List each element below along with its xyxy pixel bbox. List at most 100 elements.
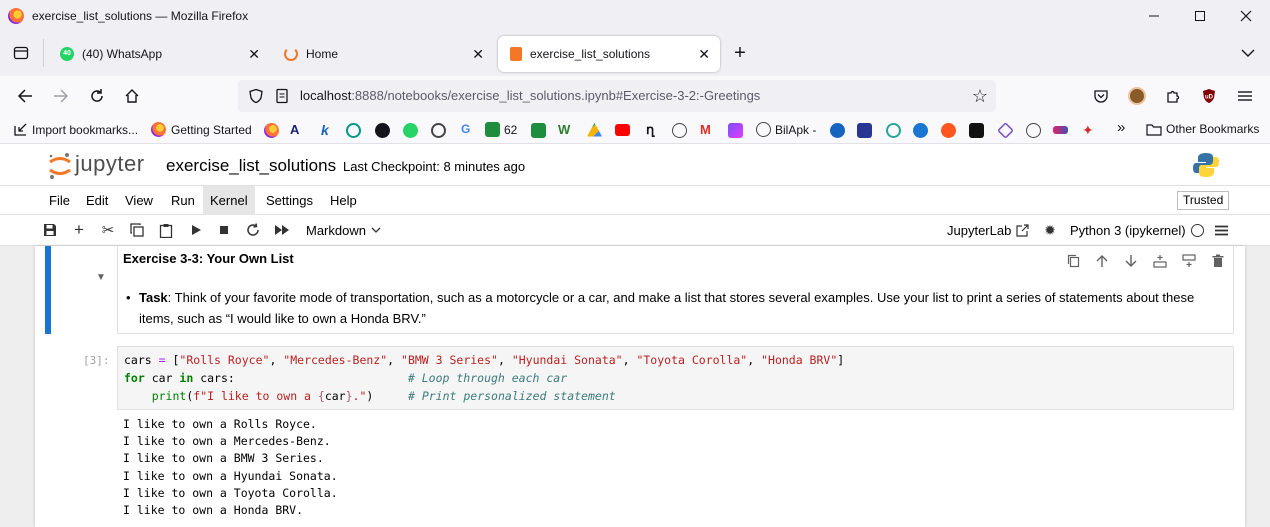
menu-view[interactable]: View [119, 186, 159, 215]
bookmark-tns-icon[interactable] [857, 123, 872, 138]
firefox-view-button[interactable] [9, 41, 33, 65]
url-bar[interactable]: localhost:8888/notebooks/exercise_list_s… [238, 80, 996, 112]
bookmark-f-icon[interactable] [969, 123, 984, 138]
close-tab-icon[interactable]: ✕ [472, 46, 484, 63]
bookmark-import[interactable]: Import bookmarks... [13, 122, 138, 137]
drive-icon[interactable] [587, 123, 602, 137]
google-icon[interactable]: G [461, 122, 470, 136]
forward-button[interactable] [49, 84, 73, 108]
firefox-logo-icon [8, 7, 24, 24]
gmail-icon[interactable]: M [700, 122, 711, 137]
minimize-button[interactable] [1132, 0, 1176, 31]
menu-edit[interactable]: Edit [80, 186, 114, 215]
collapse-heading-icon[interactable]: ▼ [96, 272, 106, 283]
interrupt-kernel-button[interactable] [215, 221, 233, 239]
pocket-button[interactable] [1089, 84, 1113, 108]
insert-cell-above-button[interactable] [1151, 252, 1169, 270]
bookmark-getting-started[interactable]: Getting Started [151, 122, 252, 137]
menu-run[interactable]: Run [165, 186, 201, 215]
list-all-tabs-button[interactable] [1236, 41, 1260, 65]
extensions-button[interactable] [1161, 84, 1185, 108]
globe-icon[interactable] [1026, 123, 1041, 138]
tab-whatsapp[interactable]: 40 (40) WhatsApp ✕ [48, 36, 270, 72]
active-cell-indicator[interactable] [45, 246, 51, 334]
bookmark-classroom[interactable]: 62 [485, 122, 517, 137]
globe-icon[interactable] [672, 123, 687, 138]
cut-cell-button[interactable]: ✂ [99, 221, 117, 239]
page-info-button[interactable] [270, 84, 294, 108]
url-host: localhost [300, 88, 352, 103]
youtube-icon[interactable] [615, 124, 630, 136]
menu-help[interactable]: Help [324, 186, 363, 215]
menu-file[interactable]: File [43, 186, 76, 215]
move-cell-down-button[interactable] [1122, 252, 1140, 270]
paste-cell-button[interactable] [157, 221, 175, 239]
notebook-name[interactable]: exercise_list_solutions [166, 156, 336, 176]
insert-cell-button[interactable]: + [70, 220, 88, 239]
bookmark-wave-icon[interactable] [1053, 126, 1068, 134]
menu-kernel[interactable]: Kernel [203, 186, 255, 215]
menu-settings[interactable]: Settings [260, 186, 319, 215]
home-button[interactable] [120, 84, 144, 108]
cell-type-dropdown[interactable]: Markdown [306, 223, 381, 238]
bookmark-other-bookmarks[interactable]: Other Bookmarks [1146, 122, 1259, 136]
code-token: , [622, 353, 637, 367]
ublock-button[interactable]: uD [1197, 84, 1221, 108]
jupyter-logo-icon[interactable] [47, 151, 73, 181]
delete-cell-button[interactable] [1209, 252, 1227, 270]
bookmark-n-icon[interactable]: ղ [646, 122, 654, 138]
zoom-icon[interactable] [913, 123, 928, 138]
bookmark-c-icon[interactable] [941, 123, 956, 138]
url-text[interactable]: localhost:8888/notebooks/exercise_list_s… [300, 88, 760, 103]
back-button[interactable] [13, 84, 37, 108]
github-icon[interactable] [375, 123, 390, 138]
bookmark-w-icon[interactable]: W [558, 122, 570, 137]
toolbar-menu-button[interactable] [1212, 221, 1230, 239]
maximize-icon [1195, 10, 1205, 21]
bookmark-cube-icon[interactable] [997, 122, 1014, 139]
reload-button[interactable] [85, 84, 109, 108]
move-cell-up-button[interactable] [1093, 252, 1111, 270]
bookmark-star-button[interactable]: ☆ [968, 84, 992, 108]
svg-text:uD: uD [1205, 95, 1214, 101]
bookmark-e-icon[interactable] [886, 123, 901, 138]
insert-cell-below-button[interactable] [1180, 252, 1198, 270]
tab-home[interactable]: Home ✕ [272, 36, 494, 72]
restart-run-all-button[interactable] [273, 221, 291, 239]
trusted-indicator[interactable]: Trusted [1177, 191, 1230, 210]
run-cell-button[interactable] [187, 221, 205, 239]
open-jupyterlab-button[interactable]: JupyterLab [947, 223, 1029, 238]
copy-cell-button[interactable] [128, 221, 146, 239]
task-bullet: • Task: Think of your favorite mode of t… [126, 287, 1219, 329]
duplicate-cell-button[interactable] [1064, 252, 1082, 270]
bookmark-atom-icon[interactable] [346, 123, 361, 138]
whatsapp-icon[interactable] [403, 123, 418, 138]
maximize-button[interactable] [1178, 0, 1222, 31]
bookmark-d-icon[interactable] [830, 123, 845, 138]
save-button[interactable] [41, 221, 59, 239]
bookmark-m-icon[interactable] [728, 123, 743, 138]
new-tab-button[interactable]: + [728, 41, 752, 65]
account-button[interactable] [1125, 84, 1149, 108]
bookmark-bilapk[interactable]: BilApk - [756, 122, 816, 137]
restart-kernel-button[interactable] [244, 221, 262, 239]
code-cell-editor[interactable]: cars = ["Rolls Royce", "Mercedes-Benz", … [117, 346, 1234, 410]
kernel-name[interactable]: Python 3 (ipykernel) [1070, 223, 1186, 238]
openai-icon[interactable] [431, 123, 446, 138]
close-tab-icon[interactable]: ✕ [698, 46, 710, 63]
close-window-button[interactable] [1224, 0, 1268, 31]
site-info-button[interactable] [244, 84, 268, 108]
bookmark-a-icon[interactable]: A [290, 122, 299, 137]
maple-leaf-icon[interactable]: ✦ [1082, 122, 1094, 139]
classroom-icon[interactable] [531, 123, 546, 138]
jupyter-header: jupyter exercise_list_solutions Last Che… [0, 145, 1270, 185]
tab-exercise-list-solutions[interactable]: exercise_list_solutions ✕ [498, 36, 720, 72]
more-bookmarks-button[interactable]: » [1117, 119, 1125, 136]
firefox-icon[interactable] [264, 123, 279, 138]
debugger-button[interactable]: ✹ [1041, 221, 1059, 239]
bookmark-k-icon[interactable]: k [321, 122, 329, 138]
app-menu-button[interactable] [1233, 84, 1257, 108]
bookmark-label: BilApk - [775, 122, 817, 137]
code-string: "Honda BRV" [761, 353, 838, 367]
close-tab-icon[interactable]: ✕ [248, 46, 260, 63]
